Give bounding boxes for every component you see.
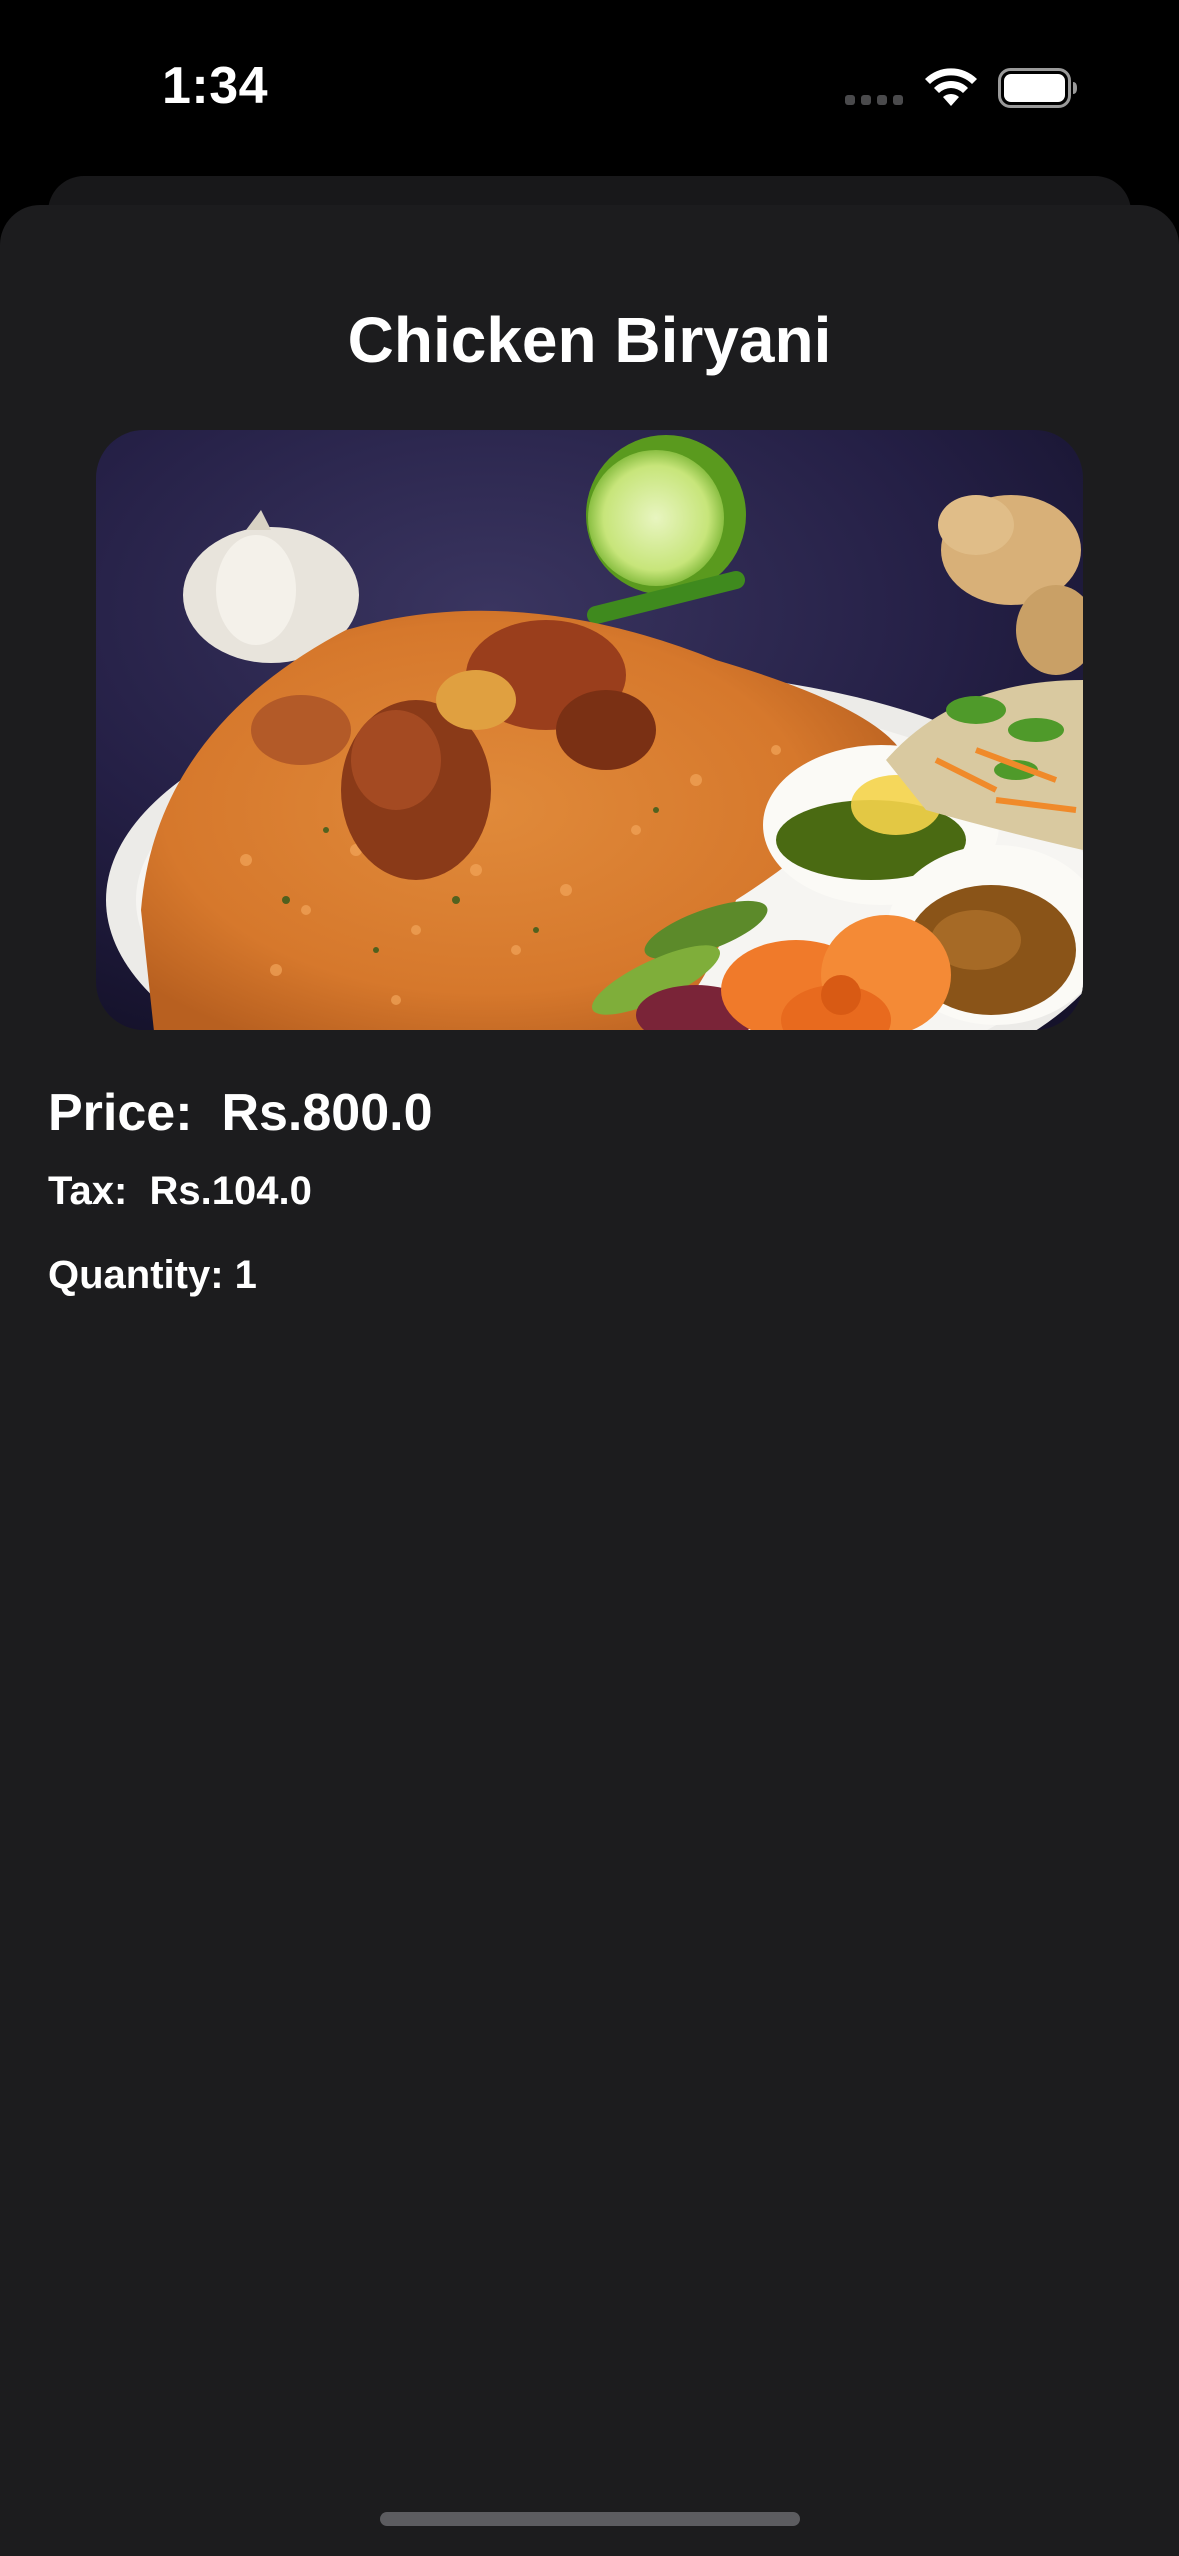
tax-value: Rs.104.0 xyxy=(149,1169,312,1213)
price-label: Price: xyxy=(48,1084,193,1142)
cellular-signal-icon xyxy=(845,95,903,105)
tax-row: Tax: Rs.104.0 xyxy=(48,1169,312,1214)
product-image xyxy=(96,430,1083,1030)
wifi-icon xyxy=(925,68,977,106)
battery-icon xyxy=(998,68,1077,108)
price-row: Price: Rs.800.0 xyxy=(48,1083,432,1143)
tax-label: Tax: xyxy=(48,1169,128,1213)
quantity-value: 1 xyxy=(234,1253,257,1297)
home-indicator[interactable] xyxy=(380,2512,800,2526)
price-value: Rs.800.0 xyxy=(221,1084,433,1142)
quantity-label: Quantity: xyxy=(48,1253,224,1297)
status-time: 1:34 xyxy=(162,57,269,115)
product-detail-sheet: Chicken Biryani Price: Rs.800.0 Tax: Rs.… xyxy=(0,205,1179,2556)
product-title: Chicken Biryani xyxy=(347,304,832,376)
quantity-row: Quantity: 1 xyxy=(48,1253,257,1298)
status-bar: 1:34 xyxy=(0,0,1179,170)
